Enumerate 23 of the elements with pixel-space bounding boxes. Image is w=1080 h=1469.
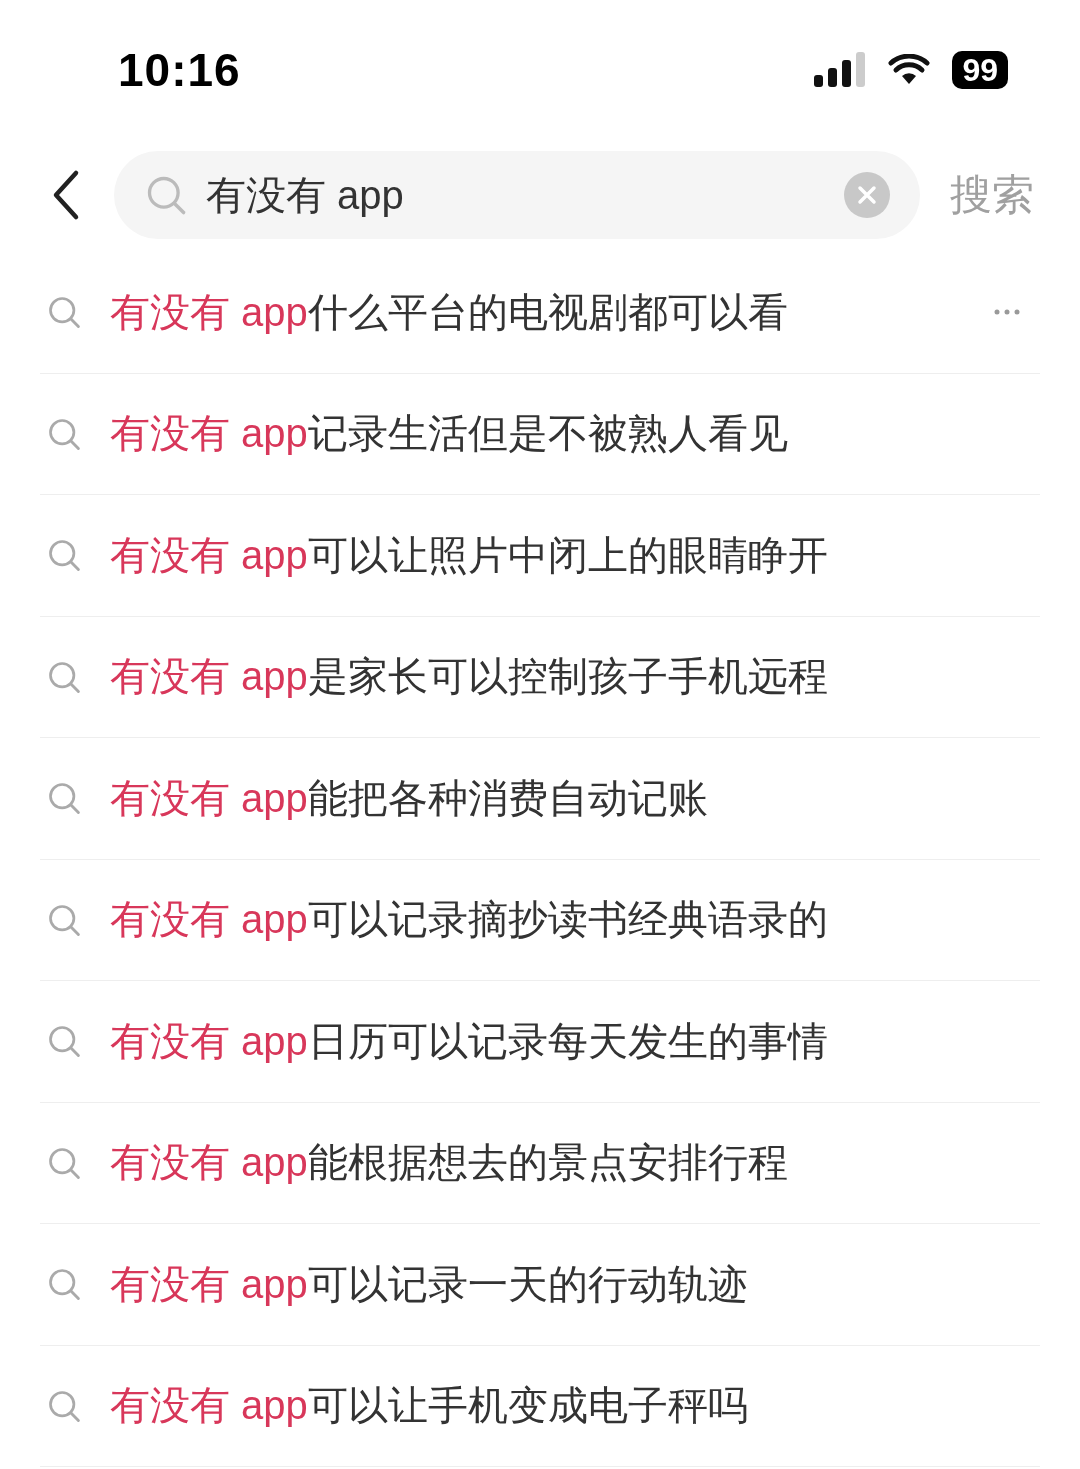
search-value: 有没有 app — [206, 171, 405, 219]
status-time: 10:16 — [118, 43, 241, 97]
more-icon[interactable] — [994, 309, 1020, 316]
suggestion-item[interactable]: 有没有 app是家长可以控制孩子手机远程 — [110, 649, 1040, 705]
suggestion-item[interactable]: 有没有 app可以记录一天的行动轨迹 — [110, 1256, 1040, 1312]
suggestion-item[interactable]: 有没有 app记录生活但是不被熟人看见 — [110, 406, 1040, 462]
signal-icon — [814, 51, 867, 89]
wifi-icon — [888, 54, 931, 86]
suggestion-item[interactable]: 有没有 app可以记录摘抄读书经典语录的 — [110, 892, 1040, 948]
search-icon — [46, 1266, 82, 1303]
search-icon — [46, 1023, 82, 1060]
battery-level: 99 — [952, 51, 1008, 89]
search-field[interactable]: 有没有 app — [114, 151, 920, 239]
clear-icon[interactable] — [844, 172, 890, 218]
suggestion-item[interactable]: 有没有 app日历可以记录每天发生的事情 — [110, 1013, 1040, 1069]
search-icon — [46, 537, 82, 574]
suggestion-item[interactable]: 有没有 app可以让手机变成电子秤吗 — [110, 1378, 1040, 1434]
suggestion-item[interactable]: 有没有 app能根据想去的景点安排行程 — [110, 1135, 1040, 1191]
suggestion-item[interactable]: 有没有 app能把各种消费自动记账 — [110, 770, 1040, 826]
suggestion-item[interactable]: 有没有 app什么平台的电视剧都可以看 — [110, 284, 966, 340]
suggestion-item[interactable]: 有没有 app可以让照片中闭上的眼睛睁开 — [110, 527, 1040, 583]
search-icon — [46, 294, 82, 331]
search-icon — [46, 780, 82, 817]
